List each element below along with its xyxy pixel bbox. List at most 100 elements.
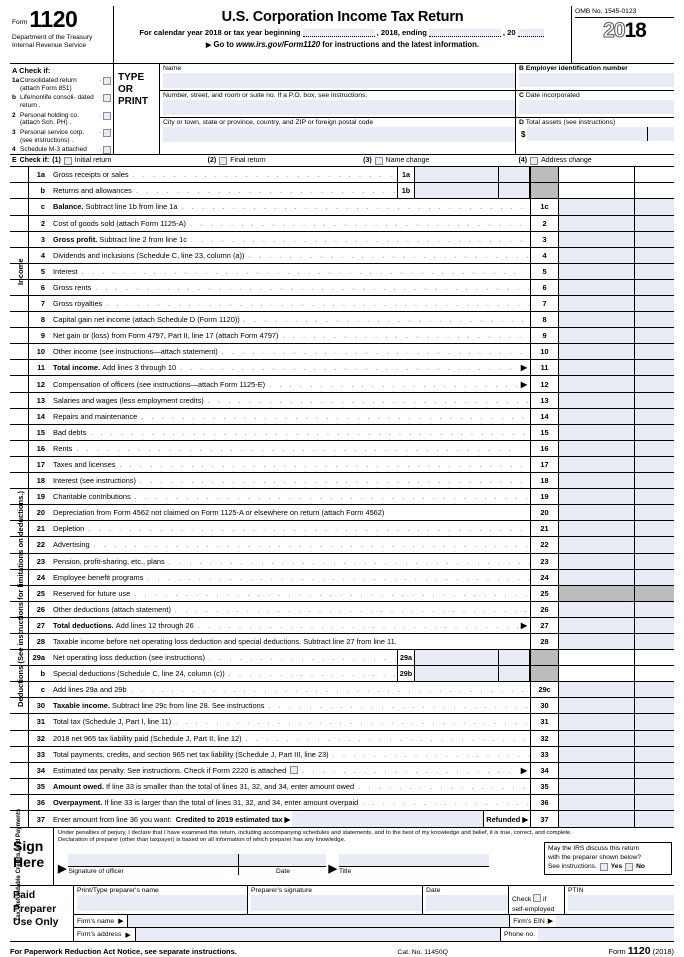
irs-discuss-yes-checkbox[interactable] <box>599 863 608 872</box>
date-incorporated-input[interactable] <box>519 100 674 114</box>
tax-line-31-amount-input[interactable] <box>559 714 635 730</box>
income-line-9-cents-input[interactable] <box>635 328 674 344</box>
preparer-date-input[interactable] <box>426 895 508 912</box>
deductions-line-15-amount-input[interactable] <box>559 424 635 440</box>
check-a-item-3-checkbox[interactable] <box>103 111 111 120</box>
line-37-cents-input[interactable] <box>635 811 674 828</box>
income-line-7-amount-input[interactable] <box>559 296 635 312</box>
deductions-line-29c-cents-input[interactable] <box>635 682 674 698</box>
check-a-item-1[interactable]: 1a Consolidated return (attach Form 851). <box>12 77 111 92</box>
deductions-line-24-cents-input[interactable] <box>635 569 674 585</box>
deductions-line-28-cents-input[interactable] <box>635 633 674 650</box>
ending-year-field[interactable] <box>517 29 544 37</box>
income-line-9-amount-input[interactable] <box>559 328 635 344</box>
check-e-option-1-checkbox[interactable] <box>63 156 72 165</box>
beginning-date-field[interactable] <box>302 29 375 37</box>
self-employed-checkbox[interactable] <box>533 894 542 903</box>
tax-line-34-cents-input[interactable] <box>635 762 674 778</box>
tax-line-33-cents-input[interactable] <box>635 746 674 762</box>
deductions-line-19-cents-input[interactable] <box>635 489 674 505</box>
income-line-5-cents-input[interactable] <box>635 263 674 279</box>
tax-line-35-cents-input[interactable] <box>635 778 674 794</box>
tax-line-36-cents-input[interactable] <box>635 794 674 810</box>
check-a-item-1-checkbox[interactable] <box>103 77 111 85</box>
line-37-credited-input[interactable] <box>292 811 485 828</box>
deductions-line-12-amount-input[interactable] <box>559 376 635 392</box>
deductions-line-26-cents-input[interactable] <box>635 601 674 617</box>
check-e-option-3[interactable]: (3) Name change <box>363 156 518 165</box>
deductions-line-29b-sub-amount-input[interactable] <box>415 666 499 682</box>
deductions-line-15-cents-input[interactable] <box>635 424 674 440</box>
tax-line-33-amount-input[interactable] <box>559 746 635 762</box>
income-line-2-amount-input[interactable] <box>559 215 635 231</box>
deductions-line-23-cents-input[interactable] <box>635 553 674 569</box>
deductions-line-20-amount-input[interactable] <box>559 505 635 521</box>
deductions-line-19-amount-input[interactable] <box>559 489 635 505</box>
phone-input[interactable] <box>538 928 674 942</box>
form-url-link[interactable]: www.irs.gov/Form1120 <box>236 40 320 49</box>
check-a-item-2-checkbox[interactable] <box>103 94 111 103</box>
deductions-line-12-cents-input[interactable] <box>635 376 674 392</box>
preparer-name-input[interactable] <box>77 895 247 912</box>
income-line-6-cents-input[interactable] <box>635 279 674 295</box>
income-line-7-cents-input[interactable] <box>635 296 674 312</box>
deductions-line-24-amount-input[interactable] <box>559 569 635 585</box>
income-line-1b-sub-amount-input[interactable] <box>415 183 499 199</box>
deductions-line-16-amount-input[interactable] <box>559 440 635 456</box>
tax-line-32-cents-input[interactable] <box>635 730 674 746</box>
preparer-signature-input[interactable] <box>251 895 422 912</box>
income-line-6-amount-input[interactable] <box>559 279 635 295</box>
check-e-option-4[interactable]: (4) Address change <box>519 156 674 165</box>
income-line-4-cents-input[interactable] <box>635 247 674 263</box>
tax-line-34-checkbox[interactable] <box>290 766 299 775</box>
deductions-line-20-cents-input[interactable] <box>635 505 674 521</box>
income-line-5-amount-input[interactable] <box>559 263 635 279</box>
deductions-line-14-amount-input[interactable] <box>559 408 635 424</box>
income-line-1b-sub-cents-input[interactable] <box>499 183 530 199</box>
tax-line-30-cents-input[interactable] <box>635 698 674 714</box>
tax-line-35-amount-input[interactable] <box>559 778 635 794</box>
deductions-line-28-amount-input[interactable] <box>559 633 635 650</box>
deductions-line-13-amount-input[interactable] <box>559 392 635 408</box>
ein-input[interactable] <box>519 73 674 87</box>
check-a-item-5[interactable]: 4 Schedule M-3 attached. <box>12 146 111 155</box>
income-line-2-cents-input[interactable] <box>635 215 674 231</box>
deductions-line-17-cents-input[interactable] <box>635 456 674 473</box>
income-line-3-cents-input[interactable] <box>635 231 674 247</box>
deductions-line-29a-sub-amount-input[interactable] <box>415 650 499 666</box>
firm-ein-input[interactable] <box>556 915 674 928</box>
deductions-line-21-cents-input[interactable] <box>635 521 674 537</box>
line-37-amount-input[interactable] <box>559 811 635 828</box>
deductions-line-27-amount-input[interactable] <box>559 617 635 633</box>
city-input[interactable] <box>163 127 515 142</box>
tax-line-30-amount-input[interactable] <box>559 698 635 714</box>
firm-name-input[interactable] <box>127 915 511 928</box>
income-line-10-cents-input[interactable] <box>635 344 674 360</box>
check-a-item-2[interactable]: b Life/nonlife consoli- dated return .. <box>12 94 111 109</box>
deductions-line-29a-sub-cents-input[interactable] <box>499 650 530 666</box>
deductions-line-26-amount-input[interactable] <box>559 601 635 617</box>
total-assets-cents-input[interactable] <box>648 127 674 141</box>
signature-date-input[interactable] <box>239 853 327 867</box>
name-input[interactable] <box>163 73 515 88</box>
income-line-1a-sub-amount-input[interactable] <box>415 167 499 183</box>
deductions-line-29c-amount-input[interactable] <box>559 682 635 698</box>
deductions-line-29b-sub-cents-input[interactable] <box>499 666 530 682</box>
income-line-11-cents-input[interactable] <box>635 360 674 376</box>
officer-signature-input[interactable] <box>68 853 239 867</box>
ptin-input[interactable] <box>568 895 674 912</box>
check-a-item-5-checkbox[interactable] <box>103 146 111 155</box>
irs-discuss-no-checkbox[interactable] <box>625 863 634 872</box>
firm-address-input[interactable] <box>134 928 501 942</box>
ending-date-field[interactable] <box>428 29 501 37</box>
income-line-1c-cents-input[interactable] <box>635 199 674 215</box>
check-a-item-4[interactable]: 3 Personal service corp. (see instruction… <box>12 128 111 144</box>
deductions-line-16-cents-input[interactable] <box>635 440 674 456</box>
deductions-line-13-cents-input[interactable] <box>635 392 674 408</box>
check-e-option-1[interactable]: (1) Initial return <box>52 156 207 165</box>
officer-title-input[interactable] <box>338 853 489 867</box>
deductions-line-23-amount-input[interactable] <box>559 553 635 569</box>
income-line-10-amount-input[interactable] <box>559 344 635 360</box>
income-line-4-amount-input[interactable] <box>559 247 635 263</box>
check-a-item-4-checkbox[interactable] <box>103 128 111 137</box>
